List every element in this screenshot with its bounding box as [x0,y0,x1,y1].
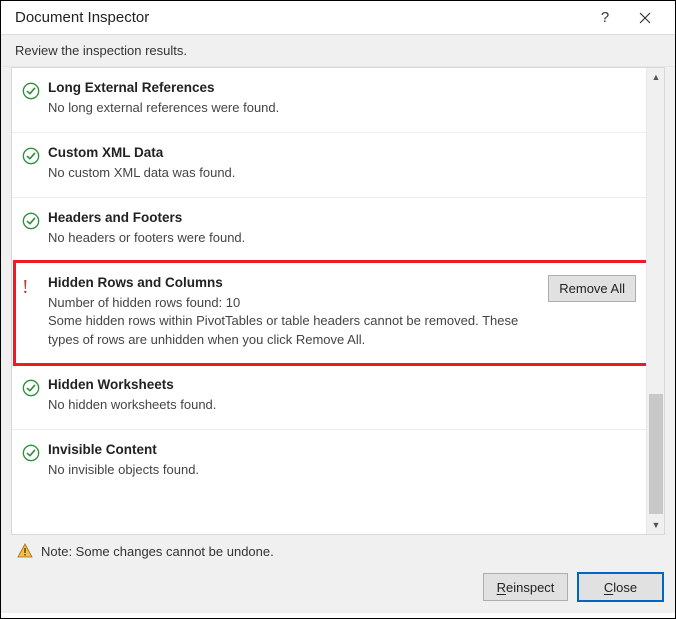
warning-icon [17,543,33,559]
status-ok-icon [22,377,48,415]
result-item: Headers and Footers No headers or footers… [12,198,646,263]
result-description: No headers or footers were found. [48,229,636,248]
result-title: Long External References [48,80,636,95]
result-title: Hidden Rows and Columns [48,275,540,290]
result-description: No long external references were found. [48,99,636,118]
window-title: Document Inspector [15,9,149,26]
close-icon [639,12,651,24]
result-item: Long External References No long external… [12,68,646,133]
result-item: Custom XML Data No custom XML data was fo… [12,133,646,198]
result-text: Hidden Rows and Columns Number of hidden … [48,275,540,351]
check-circle-icon [22,379,40,397]
scroll-down-icon[interactable]: ▼ [647,516,665,534]
close-window-button[interactable] [625,1,665,35]
status-warning-icon: ! [22,275,48,351]
result-title: Hidden Worksheets [48,377,636,392]
result-description: No invisible objects found. [48,461,636,480]
result-text: Custom XML Data No custom XML data was fo… [48,145,636,183]
result-item: ! Hidden Rows and Columns Number of hidden… [12,263,646,366]
result-text: Hidden Worksheets No hidden worksheets fo… [48,377,636,415]
result-description: Number of hidden rows found: 10 Some hid… [48,294,540,351]
status-ok-icon [22,145,48,183]
status-ok-icon [22,210,48,248]
status-ok-icon [22,442,48,480]
button-row: Reinspect Close [1,567,675,613]
result-description: No hidden worksheets found. [48,396,636,415]
exclamation-icon: ! [22,276,29,298]
result-title: Invisible Content [48,442,636,457]
check-circle-icon [22,82,40,100]
titlebar: Document Inspector ? [1,1,675,35]
result-text: Invisible Content No invisible objects fo… [48,442,636,480]
check-circle-icon [22,147,40,165]
status-ok-icon [22,80,48,118]
footer-note-text: Note: Some changes cannot be undone. [41,544,274,559]
subheader: Review the inspection results. [1,35,675,67]
reinspect-button[interactable]: Reinspect [483,573,568,601]
scroll-thumb[interactable] [649,394,663,514]
check-circle-icon [22,212,40,230]
remove-all-button[interactable]: Remove All [548,275,636,302]
result-description: No custom XML data was found. [48,164,636,183]
result-title: Headers and Footers [48,210,636,225]
result-item: Hidden Worksheets No hidden worksheets fo… [12,365,646,430]
scrollbar[interactable]: ▲ ▼ [646,68,664,534]
result-item: Invisible Content No invisible objects fo… [12,430,646,494]
result-title: Custom XML Data [48,145,636,160]
result-action: Remove All [540,275,636,351]
result-text: Long External References No long external… [48,80,636,118]
check-circle-icon [22,444,40,462]
results-panel: Long External References No long external… [11,67,665,535]
scroll-up-icon[interactable]: ▲ [647,68,665,86]
close-button[interactable]: Close [578,573,663,601]
footer-note-row: Note: Some changes cannot be undone. [1,535,675,567]
help-button[interactable]: ? [585,1,625,35]
result-text: Headers and Footers No headers or footers… [48,210,636,248]
